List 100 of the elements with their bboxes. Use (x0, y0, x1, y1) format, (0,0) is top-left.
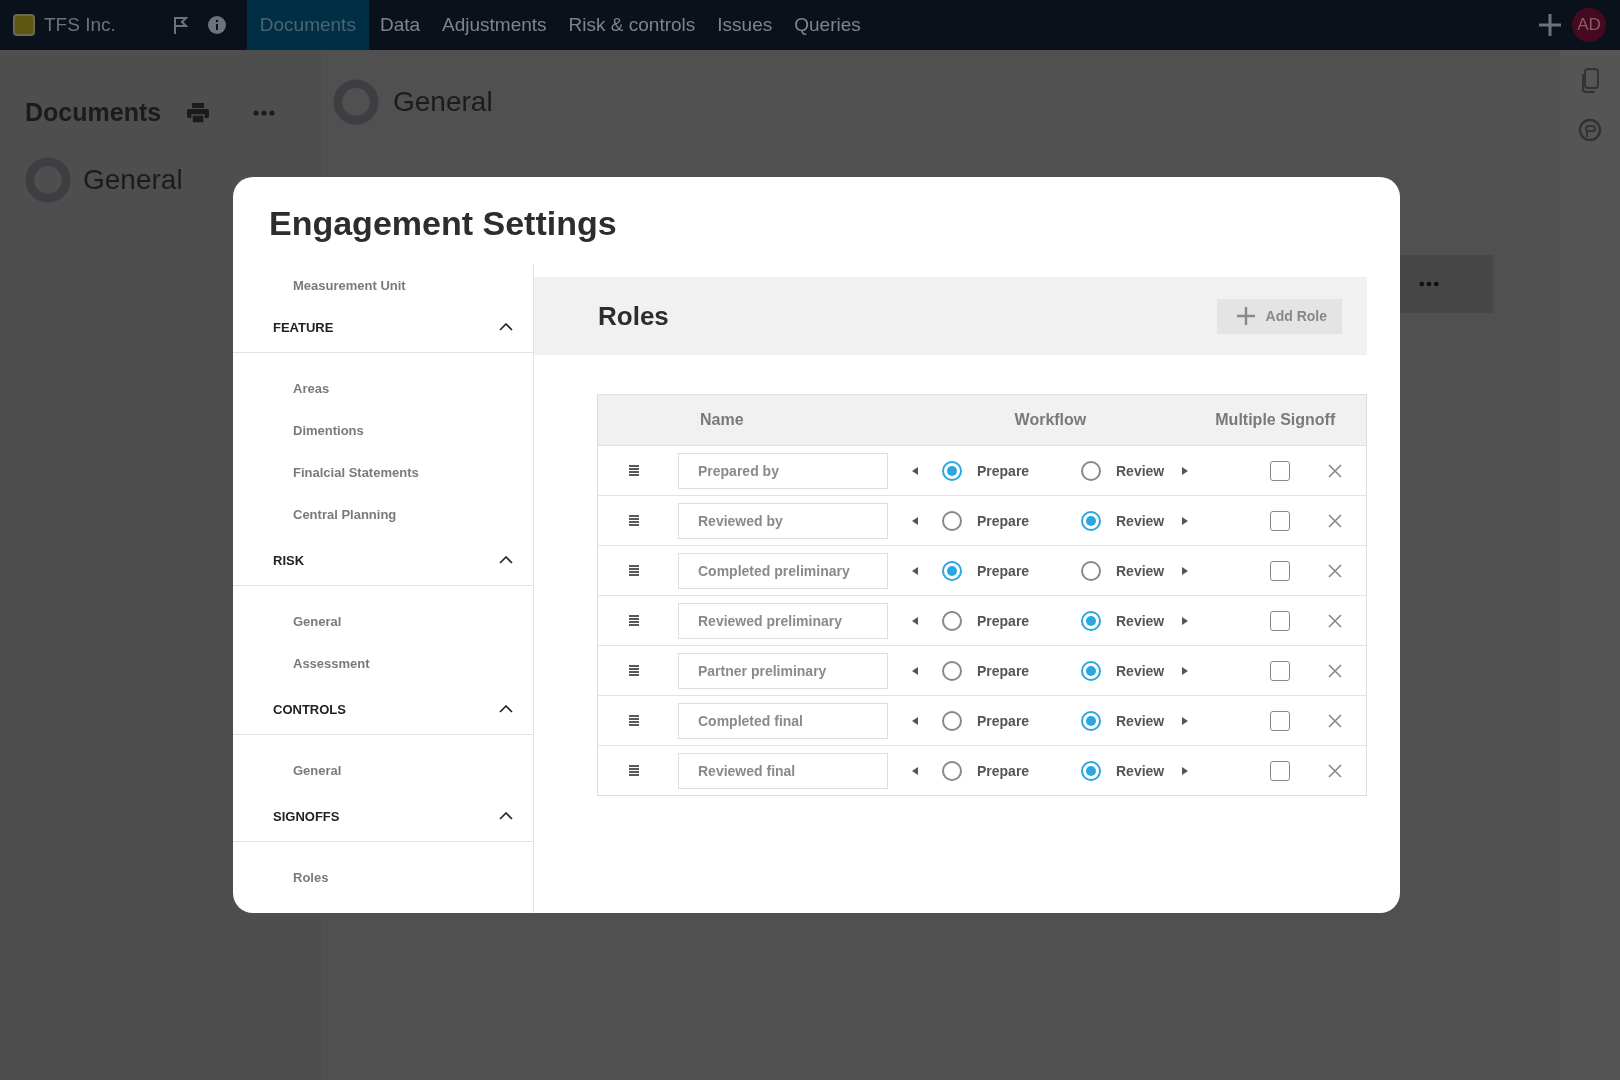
column-header: Name (700, 411, 744, 429)
radio-button[interactable] (1081, 510, 1101, 531)
user-avatar[interactable]: AD (1572, 8, 1606, 42)
radio-button[interactable] (1081, 610, 1101, 631)
caret-right-icon[interactable] (1182, 666, 1188, 675)
checkbox[interactable] (1270, 460, 1290, 481)
radio-button[interactable] (942, 760, 962, 781)
info-icon[interactable] (207, 16, 226, 34)
drag-handle-icon[interactable] (629, 714, 639, 727)
nav-tab[interactable]: Issues (706, 0, 784, 50)
radio-button[interactable] (942, 460, 962, 481)
radio-button[interactable] (942, 510, 962, 531)
caret-left-icon[interactable] (912, 716, 918, 725)
role-name-field[interactable]: Reviewed preliminary (678, 602, 888, 639)
caret-left-icon[interactable] (912, 766, 918, 775)
radio-button[interactable] (1081, 760, 1101, 781)
chevron-icon[interactable] (499, 812, 513, 820)
close-icon[interactable] (1328, 563, 1342, 578)
radio-button[interactable] (942, 660, 962, 681)
option-label: Prepare (977, 762, 1031, 779)
caret-right-icon[interactable] (1182, 716, 1188, 725)
nav-link[interactable]: Finalcial Statements (233, 451, 419, 493)
chevron-icon[interactable] (499, 323, 513, 331)
nav-link[interactable]: Roles (233, 856, 329, 898)
option-label: Review (1116, 512, 1164, 529)
nav-tab[interactable]: Risk & controls (557, 0, 707, 50)
drag-handle-icon[interactable] (629, 464, 639, 477)
plus-icon[interactable] (1538, 13, 1562, 37)
role-name-field[interactable]: Completed preliminary (678, 552, 888, 589)
checkbox[interactable] (1270, 560, 1290, 581)
section-header[interactable]: CONTROLS (233, 684, 533, 735)
column-header: Workflow (1014, 411, 1087, 429)
close-icon[interactable] (1328, 763, 1342, 778)
caret-left-icon[interactable] (912, 516, 918, 525)
option-label: Prepare (977, 512, 1031, 529)
nav-tab[interactable]: Documents (246, 0, 369, 50)
caret-left-icon[interactable] (912, 666, 918, 675)
caret-right-icon[interactable] (1182, 616, 1188, 625)
plus-icon (1236, 307, 1255, 325)
caret-right-icon[interactable] (1182, 766, 1188, 775)
caret-left-icon[interactable] (912, 616, 918, 625)
checkbox[interactable] (1270, 510, 1290, 531)
checkbox[interactable] (1270, 760, 1290, 781)
role-name-field[interactable]: Prepared by (678, 452, 888, 489)
add-role-button[interactable]: Add Role (1216, 298, 1342, 334)
section-title: RISK (273, 552, 305, 568)
chevron-icon[interactable] (499, 705, 513, 713)
chevron-icon[interactable] (499, 556, 513, 564)
drag-handle-icon[interactable] (629, 564, 639, 577)
close-icon[interactable] (1328, 513, 1342, 528)
radio-button[interactable] (1081, 560, 1101, 581)
caret-right-icon[interactable] (1182, 566, 1188, 575)
radio-button[interactable] (1081, 460, 1101, 481)
section-header[interactable]: SIGNOFFS (233, 791, 533, 842)
caret-left-icon[interactable] (912, 466, 918, 475)
role-name-field[interactable]: Partner preliminary (678, 652, 888, 689)
nav-tab[interactable]: Queries (783, 0, 872, 50)
caret-right-icon[interactable] (1182, 466, 1188, 475)
nav-link[interactable]: General (233, 600, 342, 642)
option-label: Prepare (977, 612, 1031, 629)
radio-button[interactable] (942, 710, 962, 731)
checkbox[interactable] (1270, 660, 1290, 681)
drag-handle-icon[interactable] (629, 764, 639, 777)
caret-left-icon[interactable] (912, 566, 918, 575)
nav-link[interactable]: Measurement Unit (233, 268, 406, 302)
option-label: Prepare (977, 712, 1031, 729)
option-label: Prepare (977, 662, 1031, 679)
radio-button[interactable] (1081, 710, 1101, 731)
nav-link[interactable]: General (233, 749, 342, 791)
caret-right-icon[interactable] (1182, 516, 1188, 525)
nav-link[interactable]: Dimentions (233, 409, 364, 451)
close-icon[interactable] (1328, 463, 1342, 478)
role-name-field[interactable]: Reviewed by (678, 502, 888, 539)
nav-link[interactable]: Areas (233, 367, 330, 409)
nav-link[interactable]: Assessment (233, 642, 370, 684)
role-name-field[interactable]: Reviewed final (678, 752, 888, 789)
radio-button[interactable] (942, 610, 962, 631)
role-name-field[interactable]: Completed final (678, 702, 888, 739)
drag-handle-icon[interactable] (629, 664, 639, 677)
more-icon[interactable] (253, 109, 276, 116)
drag-handle-icon[interactable] (629, 514, 639, 527)
nav-tab[interactable]: Adjustments (431, 0, 558, 50)
close-icon[interactable] (1328, 613, 1342, 628)
radio-button[interactable] (1081, 660, 1101, 681)
column-header: Multiple Signoff (1215, 411, 1336, 429)
close-icon[interactable] (1328, 663, 1342, 678)
chat-icon[interactable] (1578, 118, 1602, 142)
flag-icon[interactable] (173, 16, 188, 34)
option-label: Prepare (977, 562, 1031, 579)
checkbox[interactable] (1270, 710, 1290, 731)
nav-link[interactable]: Central Planning (233, 493, 397, 535)
close-icon[interactable] (1328, 713, 1342, 728)
copy-icon[interactable] (1580, 68, 1600, 94)
section-header[interactable]: RISK (233, 535, 533, 586)
nav-tab[interactable]: Data (368, 0, 432, 50)
checkbox[interactable] (1270, 610, 1290, 631)
drag-handle-icon[interactable] (629, 614, 639, 627)
section-header[interactable]: FEATURE (233, 302, 533, 353)
radio-button[interactable] (942, 560, 962, 581)
print-icon[interactable] (187, 102, 210, 123)
